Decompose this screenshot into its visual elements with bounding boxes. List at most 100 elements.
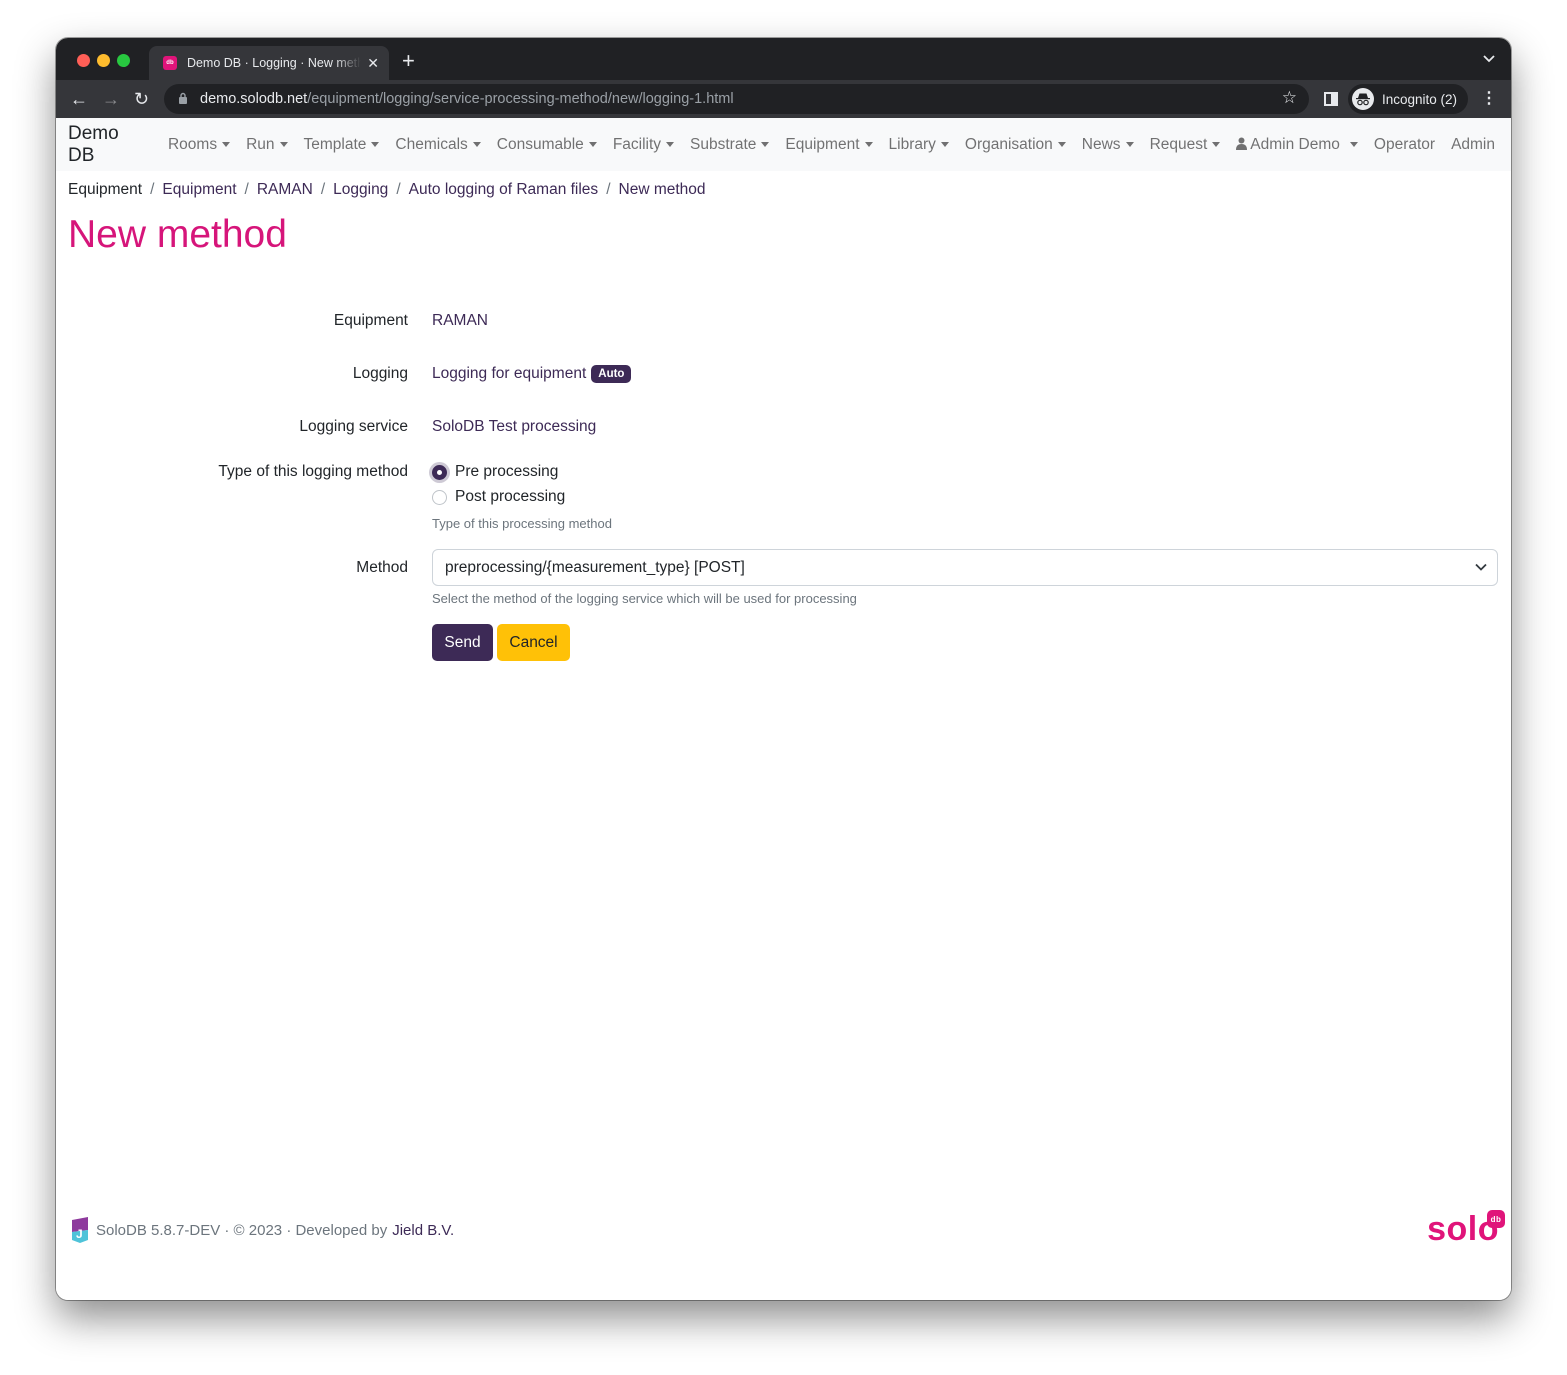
brand-link[interactable]: Demo DB [68, 123, 144, 167]
solodb-logo: solo db [1427, 1210, 1505, 1249]
breadcrumb-separator: / [150, 181, 155, 198]
caret-down-icon [666, 142, 675, 147]
nav-equipment[interactable]: Equipment [785, 135, 873, 154]
footer-text: SoloDB 5.8.7-DEV · © 2023 · Developed by [96, 1221, 388, 1239]
caret-down-icon [1212, 142, 1221, 147]
browser-toolbar: ← → ↻ demo.solodb.net/equipment/logging/… [56, 80, 1511, 118]
tab-title: Demo DB · Logging · New method [186, 56, 362, 70]
caret-down-icon [1125, 142, 1134, 147]
side-panel-icon[interactable] [1324, 92, 1338, 106]
nav-run[interactable]: Run [246, 135, 288, 154]
url-host: demo.solodb.net [200, 91, 308, 107]
tab-close-icon[interactable]: ✕ [367, 55, 379, 72]
auto-badge: Auto [591, 365, 632, 383]
profile-label: Incognito (2) [1382, 91, 1458, 107]
nav-user-menu[interactable]: Admin Demo [1236, 136, 1358, 154]
nav-admin[interactable]: Admin [1451, 136, 1495, 154]
breadcrumb-separator: / [606, 181, 611, 198]
reload-button[interactable]: ↻ [134, 87, 149, 111]
nav-organisation[interactable]: Organisation [965, 136, 1066, 154]
nav-label: Library [888, 135, 936, 153]
send-button[interactable]: Send [432, 624, 493, 661]
type-help-text: Type of this processing method [432, 516, 612, 531]
nav-rooms[interactable]: Rooms [167, 135, 231, 154]
radio-label: Pre processing [455, 463, 559, 480]
profile-button[interactable]: Incognito (2) [1348, 84, 1468, 114]
breadcrumb-link[interactable]: Auto logging of Raman files [409, 181, 599, 199]
nav-chemicals[interactable]: Chemicals [395, 135, 481, 154]
logging-label: Logging [352, 365, 408, 382]
maximize-window-button[interactable] [117, 54, 130, 67]
breadcrumb-item: Equipment [68, 181, 143, 198]
nav-library[interactable]: Library [889, 136, 949, 154]
jield-link[interactable]: Jield B.V. [392, 1222, 454, 1239]
breadcrumb-separator: / [244, 181, 249, 198]
radio-pre-processing[interactable]: Pre processing [432, 463, 558, 481]
radio-post-processing[interactable]: Post processing [432, 488, 565, 506]
chevron-down-icon [1475, 559, 1487, 571]
user-icon [1236, 137, 1248, 153]
cancel-button[interactable]: Cancel [497, 624, 570, 661]
nav-operator[interactable]: Operator [1374, 136, 1435, 154]
new-tab-button[interactable]: + [402, 50, 415, 72]
caret-down-icon [1349, 142, 1358, 147]
logging-value: Logging for equipment Auto [432, 365, 632, 383]
method-help-text: Select the method of the logging service… [432, 591, 857, 606]
nav-label: Admin Demo [1250, 135, 1340, 153]
logging-link[interactable]: Logging for equipment [432, 365, 586, 382]
svg-text:J: J [76, 1227, 83, 1241]
logging-service-link[interactable]: SoloDB Test processing [432, 418, 596, 436]
nav-substrate[interactable]: Substrate [690, 135, 770, 154]
incognito-icon [1352, 88, 1374, 110]
favicon-icon: db [163, 56, 177, 70]
breadcrumb: Equipment / Equipment / RAMAN / Logging … [68, 181, 706, 199]
bookmark-star-icon[interactable]: ☆ [1282, 88, 1297, 108]
caret-down-icon [940, 142, 949, 147]
method-select[interactable]: preprocessing/{measurement_type} [POST] [432, 549, 1498, 586]
breadcrumb-separator: / [320, 181, 326, 198]
nav-label: Facility [612, 135, 662, 153]
type-label: Type of this logging method [218, 463, 408, 480]
nav-request[interactable]: Request [1150, 136, 1221, 154]
caret-down-icon [864, 142, 873, 147]
nav-label: Rooms [167, 135, 218, 153]
nav-facility[interactable]: Facility [612, 135, 675, 154]
caret-down-icon [279, 142, 288, 147]
caret-down-icon [588, 142, 597, 147]
equipment-link[interactable]: RAMAN [432, 312, 488, 330]
nav-label: Chemicals [395, 135, 468, 153]
nav-label: Substrate [690, 135, 757, 153]
breadcrumb-link[interactable]: RAMAN [257, 181, 313, 199]
equipment-label: Equipment [333, 312, 408, 329]
radio-button-checked[interactable] [432, 464, 447, 480]
forward-button[interactable]: → [102, 87, 120, 111]
db-badge-icon: db [1487, 1210, 1505, 1228]
minimize-window-button[interactable] [97, 54, 110, 67]
breadcrumb-separator: / [396, 181, 401, 198]
footer: J SoloDB 5.8.7-DEV · © 2023 · Developed … [70, 1216, 454, 1244]
back-button[interactable]: ← [70, 87, 88, 111]
address-bar[interactable]: demo.solodb.net/equipment/logging/servic… [164, 84, 1309, 114]
nav-label: Run [246, 135, 275, 153]
url-path: /equipment/logging/service-processing-me… [307, 91, 734, 107]
nav-template[interactable]: Template [304, 136, 380, 154]
breadcrumb-link[interactable]: Logging [333, 181, 388, 199]
nav-consumable[interactable]: Consumable [497, 136, 597, 154]
nav-news[interactable]: News [1082, 136, 1134, 154]
page-content: Demo DB Rooms Run Template Chemicals Con… [56, 118, 1511, 1300]
nav-label: Consumable [496, 135, 584, 153]
breadcrumb-link[interactable]: Equipment [162, 181, 236, 199]
breadcrumb-current[interactable]: New method [619, 181, 706, 199]
nav-label: Equipment [785, 135, 860, 153]
browser-tab-active[interactable]: db Demo DB · Logging · New method ✕ [149, 46, 389, 80]
close-window-button[interactable] [77, 54, 90, 67]
main-navbar: Demo DB Rooms Run Template Chemicals Con… [56, 118, 1511, 171]
tab-search-chevron-icon[interactable] [1483, 52, 1495, 66]
browser-menu-icon[interactable]: ⋮ [1481, 88, 1497, 108]
jield-logo-icon: J [70, 1216, 90, 1244]
caret-down-icon [222, 142, 231, 147]
lock-icon [178, 92, 188, 107]
nav-label: Organisation [964, 135, 1053, 153]
radio-button[interactable] [432, 489, 447, 505]
page-title: New method [68, 213, 287, 256]
